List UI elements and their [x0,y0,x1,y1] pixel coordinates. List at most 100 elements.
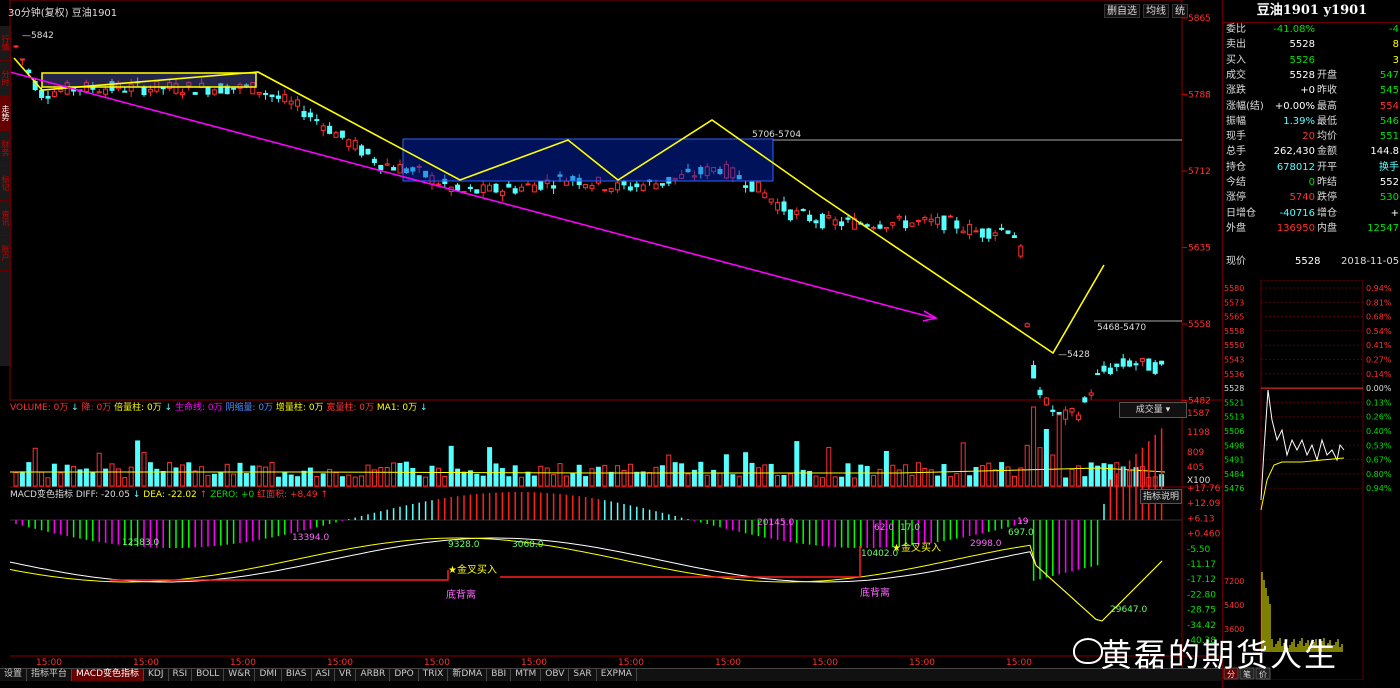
volume-bar [589,468,595,487]
candle-body [986,228,992,239]
stats-button[interactable]: 统 [1172,4,1188,18]
moving-average-button[interactable]: 均线 [1143,4,1169,18]
candle-body [378,164,384,171]
indicator-tab[interactable]: VR [335,669,357,681]
candle-body [525,183,531,186]
mini-vol-axis: 7200 [1224,577,1244,586]
zigzag-line [13,57,1105,355]
volume-bar [378,467,384,487]
candle-body [979,228,985,238]
time-axis-label: 15:00 [715,658,741,668]
quote-row: 外盘 136950 内盘 12547 [1223,221,1400,236]
golden-cross-label: ★金叉买入 [892,541,941,554]
volume-bar [410,467,416,487]
volume-bar [141,451,147,487]
timeshare-mini-chart[interactable]: 5580 0.94% 5573 0.81% 5565 0.68% 5558 0.54% 5550… [1222,280,1400,680]
indicator-tab[interactable]: EXPMA [597,669,637,681]
indicator-tab[interactable]: RSI [169,669,193,681]
indicator-tab[interactable]: BOLL [192,669,225,681]
candle-body [467,186,473,190]
candle-body [659,183,665,186]
indicator-tab[interactable]: ARBR [356,669,391,681]
candle-body [1120,358,1126,367]
quote-value: 136950 [1276,222,1315,234]
indicator-tab[interactable]: OBV [541,669,570,681]
sidebar-item-market[interactable]: 行情 [0,26,10,61]
sidebar-item-timeshare[interactable]: 分时 [0,61,10,96]
quote-label: 内盘 [1317,222,1337,234]
candle-body [992,232,998,237]
candle-body [1063,409,1069,420]
candle-body [474,189,480,194]
price-axis-label: 5865 [1188,14,1211,24]
volume-bar [736,475,742,487]
volume-bar [109,463,115,487]
volume-bar [973,467,979,487]
candle-body [192,92,198,95]
volume-bar [698,461,704,487]
quote-label: 卖出 [1226,39,1246,51]
volume-selector-button[interactable]: 成交量 ▾ [1119,402,1187,418]
quote-value: 5528 [1289,39,1315,51]
quote-value: 678012 [1276,161,1315,173]
candle-body [941,215,947,231]
volume-legend-item: 宽量柱: 0万 [326,403,377,413]
quote-label: 委比 [1226,24,1246,35]
candle-body [51,91,57,97]
sidebar-item-mark[interactable]: 标记 [0,166,10,201]
indicator-tab[interactable]: MTM [511,669,542,681]
candle-body [1095,373,1101,376]
volume-bar [442,476,448,487]
sidebar-item-finance[interactable]: 财务 [0,131,10,166]
macd-axis-label: -17.12 [1187,575,1216,585]
quote-value: 144.8 [1370,146,1399,158]
indicator-tab[interactable]: SAR [569,669,597,681]
indicator-tab[interactable]: 设置 [0,669,28,681]
volume-bar [634,471,640,487]
candle-body [538,181,544,190]
candle-body [307,112,313,118]
delete-favorite-button[interactable]: 删自选 [1104,4,1140,18]
candle-body [205,87,211,95]
quote-row: 日增仓 -40716 增仓 + [1223,206,1400,221]
indicator-tab[interactable]: TRIX [419,669,449,681]
indicator-tab[interactable]: DPO [390,669,419,681]
volume-bar [1088,462,1094,487]
indicator-tab[interactable]: DMI [255,669,282,681]
indicator-tab[interactable]: KDJ [144,669,169,681]
volume-bar [525,471,531,487]
indicator-tab[interactable]: BBI [487,669,512,681]
volume-bar [531,475,537,487]
sidebar-item-account[interactable]: 账户 [0,236,10,271]
kline-chart[interactable]: 5865 5788 5712 5635 5558 5482 —5842 5706-5704 54… [0,0,1222,668]
volume-bar [19,471,25,487]
indicator-tab[interactable]: 新DMA [448,669,488,681]
sidebar-item-trend[interactable]: 走势 [0,96,10,131]
volume-bar [243,473,249,487]
candle-body [58,89,64,92]
indicator-tab[interactable]: BIAS [282,669,312,681]
candle-body [954,220,960,229]
volume-bar [992,469,998,487]
candle-body [1152,362,1158,374]
volume-bar [493,463,499,487]
volume-bar [365,464,371,487]
indicator-help-button[interactable]: 指标说明 [1140,489,1182,504]
volume-bar [576,464,582,487]
chart-title: 30分钟(复权) 豆油1901 [8,8,118,19]
candle-body [346,139,352,147]
sidebar-item-news[interactable]: 资讯 [0,201,10,236]
main-chart-area[interactable]: 5865 5788 5712 5635 5558 5482 —5842 5706-5704 54… [0,0,1222,688]
candle-body [1107,367,1113,375]
indicator-tab[interactable]: W&R [224,669,256,681]
candle-body [352,140,358,150]
mini-axis-right: 0.00% [1366,384,1392,393]
volume-bar [672,462,678,487]
indicator-tab[interactable]: ASI [312,669,336,681]
volume-bar [595,466,601,487]
indicator-tab[interactable]: MACD变色指标 [72,669,145,681]
quote-label: 日增仓 [1226,207,1256,219]
volume-bar [461,471,467,487]
indicator-tab[interactable]: 指标平台 [27,669,73,681]
candle-body [314,119,320,122]
